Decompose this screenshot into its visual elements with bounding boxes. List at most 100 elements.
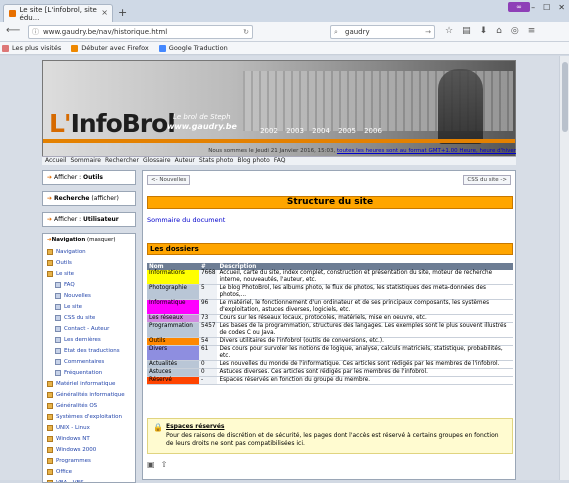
sidebar-item[interactable]: Windows 2000 [47, 444, 131, 455]
year-link[interactable]: 2003 [282, 127, 308, 135]
year-link[interactable]: 2006 [360, 127, 386, 135]
sidebar-item[interactable]: Généralités OS [47, 400, 131, 411]
menu-item[interactable]: Glossaire [143, 157, 171, 165]
folder-name[interactable]: Astuces [147, 369, 199, 377]
sidebar-item[interactable]: Les dernières [47, 334, 131, 345]
sidebar-item-label: CSS du site [64, 315, 95, 321]
folder-count: 96 [199, 300, 217, 315]
year-link[interactable]: 2005 [334, 127, 360, 135]
menu-icon[interactable]: ≡ [528, 26, 536, 36]
search-input[interactable]: ⌕ gaudry → [330, 25, 435, 39]
folder-icon [47, 381, 53, 387]
search-box[interactable]: ➔Recherche (afficher) [42, 191, 136, 206]
sidebar-item[interactable]: Programmes [47, 455, 131, 466]
search-go-icon[interactable]: → [425, 26, 431, 38]
folder-name[interactable]: Informations [147, 270, 199, 285]
folder-description: Des cours pour survoler les notions de l… [217, 346, 513, 361]
menu-item[interactable]: Blog photo [237, 157, 269, 165]
bookmark-icon [2, 45, 9, 52]
menu-item[interactable]: FAQ [274, 157, 286, 165]
reader-icon[interactable]: ▤ [462, 26, 471, 36]
sidebar-item[interactable]: Le site [47, 268, 131, 279]
folder-name[interactable]: Programmation [147, 323, 199, 338]
minimize-icon[interactable]: – [531, 3, 535, 12]
browser-tab[interactable]: Le site [L'infobrol, site édu... × [3, 4, 113, 22]
sidebar-item[interactable]: Office [47, 466, 131, 477]
folder-name[interactable]: Outils [147, 338, 199, 346]
folder-name[interactable]: Informatique [147, 300, 199, 315]
sidebar-item[interactable]: Etat des traductions [47, 345, 131, 356]
year-link[interactable]: 2004 [308, 127, 334, 135]
user-box[interactable]: ➔Afficher : Utilisateur [42, 212, 136, 227]
summary-link[interactable]: Sommaire du document [147, 216, 225, 224]
folder-name[interactable]: Les réseaux [147, 315, 199, 323]
left-sidebar: ➔Afficher : Outils ➔Recherche (afficher)… [42, 170, 136, 480]
scrollbar-thumb[interactable] [562, 62, 568, 132]
sidebar-item[interactable]: Systèmes d'exploitation [47, 411, 131, 422]
page-icon [55, 337, 61, 343]
home-icon[interactable]: ⌂ [496, 26, 502, 36]
print-icon[interactable]: ▣ [147, 460, 155, 469]
bookmark-google-translate[interactable]: Google Traduction [159, 44, 228, 52]
sidebar-item[interactable]: Généralités informatique [47, 389, 131, 400]
menu-item[interactable]: Stats photo [199, 157, 234, 165]
nav-toggle[interactable]: (masquer) [85, 237, 115, 243]
prev-page-link[interactable]: <- Nouvelles [147, 175, 190, 185]
sidebar-item[interactable]: Navigation [47, 246, 131, 257]
menu-item[interactable]: Auteur [175, 157, 195, 165]
folder-name[interactable]: Divers [147, 346, 199, 361]
timezone-link[interactable]: toutes les heures sont au format GMT+1.0… [337, 148, 516, 154]
next-page-link[interactable]: CSS du site -> [463, 175, 511, 185]
star-icon[interactable]: ☆ [445, 26, 453, 36]
private-mask-icon: ∞ [508, 2, 530, 12]
folder-icon [47, 271, 53, 277]
pocket-icon[interactable]: ◎ [511, 26, 519, 36]
sidebar-item[interactable]: Windows NT [47, 433, 131, 444]
folder-name[interactable]: Photographie [147, 285, 199, 300]
sidebar-item[interactable]: FAQ [47, 279, 131, 290]
new-tab-button[interactable]: + [118, 6, 127, 19]
sidebar-item[interactable]: Matériel informatique [47, 378, 131, 389]
sidebar-item-label: Windows 2000 [56, 447, 96, 453]
window-close-icon[interactable]: ✕ [558, 3, 565, 12]
folder-count: 61 [199, 346, 217, 361]
reload-icon[interactable]: ↻ [243, 26, 249, 38]
sidebar-item[interactable]: Fréquentation [47, 367, 131, 378]
year-link[interactable]: 2002 [256, 127, 282, 135]
folder-name[interactable]: Actualités [147, 361, 199, 369]
site-logo[interactable]: L'InfoBrol [49, 109, 175, 138]
sidebar-item[interactable]: Contact - Auteur [47, 323, 131, 334]
year-links: 2002 2003 2004 2005 2006 [256, 127, 386, 135]
google-icon [159, 45, 166, 52]
menu-item[interactable]: Sommaire [70, 157, 101, 165]
top-icon[interactable]: ⇧ [161, 460, 168, 469]
folder-icon [47, 447, 53, 453]
window-controls: – ☐ ✕ [531, 3, 565, 12]
sidebar-item[interactable]: UNIX - Linux [47, 422, 131, 433]
sidebar-item-label: FAQ [64, 282, 75, 288]
maximize-icon[interactable]: ☐ [543, 3, 550, 12]
download-icon[interactable]: ⬇ [480, 26, 488, 36]
sidebar-item[interactable]: Nouvelles [47, 290, 131, 301]
bookmark-most-visited[interactable]: Les plus visités [2, 44, 61, 52]
tools-box[interactable]: ➔Afficher : Outils [42, 170, 136, 185]
sidebar-item[interactable]: Commentaires [47, 356, 131, 367]
table-row: Outils54Divers utilitaires de l'infobrol… [147, 338, 513, 346]
page-icon [55, 304, 61, 310]
bookmark-getting-started[interactable]: Débuter avec Firefox [71, 44, 149, 52]
menu-item[interactable]: Accueil [45, 157, 66, 165]
folder-description: Les nouvelles du monde de l'informatique… [217, 361, 513, 369]
column-header: Nom [147, 263, 199, 270]
scrollbar[interactable] [559, 56, 569, 480]
sidebar-item[interactable]: Outils [47, 257, 131, 268]
back-icon[interactable]: ⟵ [6, 25, 20, 36]
folder-count: 54 [199, 338, 217, 346]
sidebar-item[interactable]: VBA - VBS [47, 477, 131, 483]
folder-name[interactable]: Réservé [147, 377, 199, 385]
menu-item[interactable]: Rechercher [105, 157, 139, 165]
sidebar-item[interactable]: CSS du site [47, 312, 131, 323]
url-bar[interactable]: ⓘ www.gaudry.be/nav/historique.html ↻ [28, 25, 253, 39]
arrow-icon: ➔ [47, 216, 52, 223]
sidebar-item[interactable]: Le site [47, 301, 131, 312]
close-tab-icon[interactable]: × [101, 8, 108, 17]
